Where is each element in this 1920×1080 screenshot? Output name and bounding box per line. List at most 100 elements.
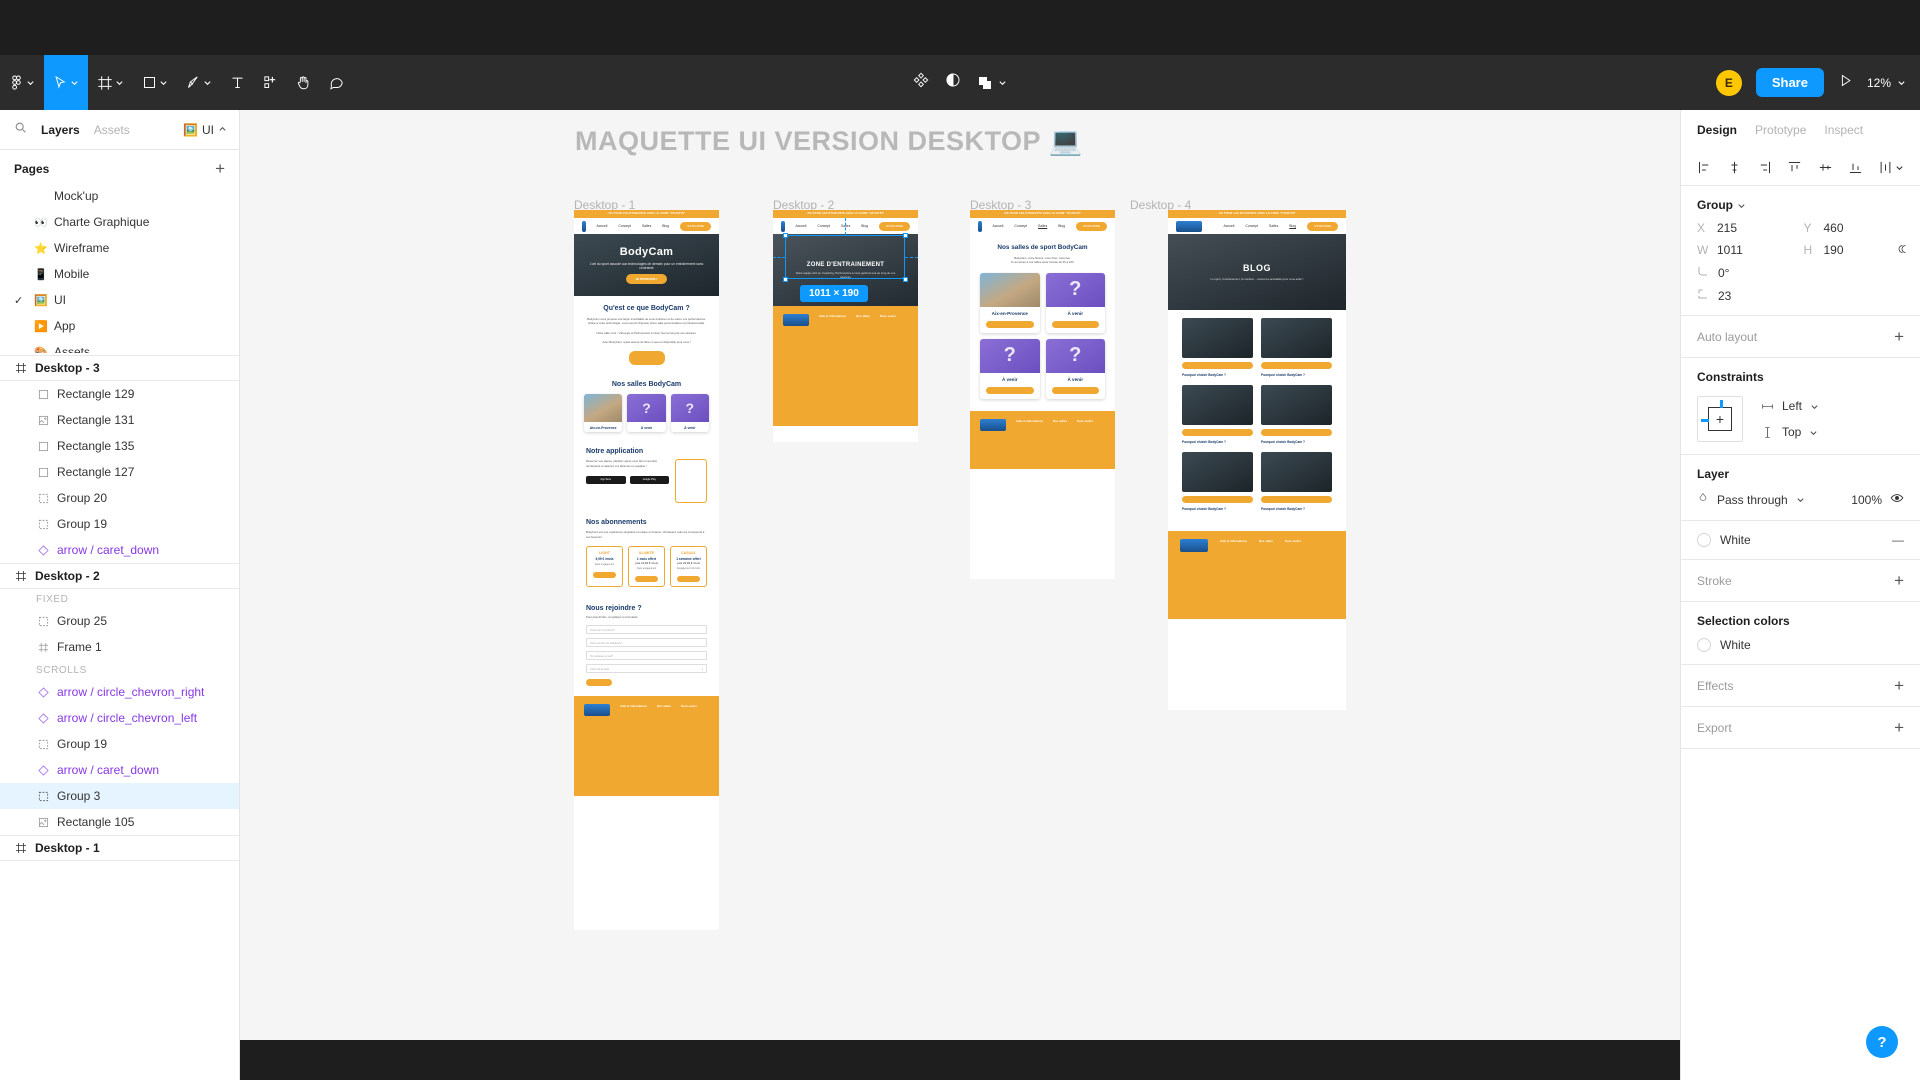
align-top-icon[interactable]	[1787, 160, 1802, 175]
page-item-current[interactable]: ✓ 🖼️ UI	[0, 287, 239, 313]
contact-name-input[interactable]: Votre nom et prénom*	[586, 625, 707, 635]
layer-item[interactable]: Rectangle 127	[0, 459, 239, 485]
layers-tree[interactable]: Desktop - 3 Rectangle 129 Rectangle 131 …	[0, 353, 239, 1080]
contact-email-input[interactable]: Ton adresse e-mail*	[586, 651, 707, 661]
constraint-vertical[interactable]: Top	[1761, 425, 1819, 439]
constraint-horizontal[interactable]: Left	[1761, 399, 1819, 413]
selection-color-swatch[interactable]	[1697, 638, 1711, 652]
plan-card[interactable]: CASUAL 1 semaine offert puis 29,99 € /mo…	[670, 545, 707, 587]
x-field[interactable]: X 215	[1697, 221, 1798, 235]
gym-card[interactable]: Aix-en-Provence	[980, 272, 1040, 333]
align-vertical-center-icon[interactable]	[1818, 160, 1833, 175]
layer-item[interactable]: Group 20	[0, 485, 239, 511]
layer-item[interactable]: Group 25	[0, 608, 239, 634]
hand-tool-icon[interactable]	[287, 55, 320, 110]
plan-card[interactable]: ILLIMITÉ 1 mois offert puis 24,99 € /moi…	[628, 545, 665, 587]
layer-item[interactable]: Group 19	[0, 731, 239, 757]
layer-item[interactable]: Rectangle 105	[0, 809, 239, 835]
constraints-widget[interactable]: +	[1697, 396, 1743, 442]
nav-link[interactable]: Accueil	[795, 224, 806, 228]
gym-card-cta[interactable]	[1051, 386, 1099, 394]
layer-opacity-value[interactable]: 100%	[1851, 493, 1882, 507]
logo[interactable]	[1176, 220, 1202, 232]
page-item[interactable]: 📱 Mobile	[0, 261, 239, 287]
nav-link[interactable]: Accueil	[992, 224, 1003, 228]
eye-icon[interactable]	[1890, 491, 1904, 508]
nav-link[interactable]: Salles	[642, 224, 651, 228]
add-stroke-button[interactable]: +	[1894, 572, 1904, 589]
logo[interactable]	[582, 220, 587, 232]
page-item[interactable]: Mock'up	[0, 183, 239, 209]
component-icon[interactable]	[913, 72, 929, 93]
tab-assets[interactable]: Assets	[94, 123, 130, 137]
pages-list[interactable]: Mock'up 👀 Charte Graphique ⭐ Wireframe 📱…	[0, 183, 239, 353]
mask-icon[interactable]	[945, 72, 961, 93]
contact-phone-input[interactable]: Votre numéro de téléphone*	[586, 638, 707, 648]
contact-submit-button[interactable]	[586, 679, 612, 687]
avatar[interactable]: E	[1715, 69, 1742, 96]
nav-cta-button[interactable]: S'INSCRIRE	[1076, 221, 1107, 231]
add-page-button[interactable]: +	[215, 160, 225, 177]
gym-card[interactable]: ? À venir	[1045, 338, 1105, 399]
lock-aspect-ratio-icon[interactable]	[1898, 243, 1910, 258]
design-canvas[interactable]: MAQUETTE UI VERSION DESKTOP 💻 Desktop - …	[240, 110, 1680, 1040]
tab-layers[interactable]: Layers	[41, 123, 80, 137]
page-item[interactable]: ▶️ App	[0, 313, 239, 339]
selection-handle-bl[interactable]	[782, 276, 788, 282]
nav-link[interactable]: Blog	[861, 224, 868, 228]
nav-link[interactable]: Concept	[1245, 224, 1258, 228]
figma-menu-icon[interactable]	[0, 55, 44, 110]
text-tool-icon[interactable]	[221, 55, 254, 110]
nav-link[interactable]: Concept	[618, 224, 631, 228]
y-field[interactable]: Y 460	[1804, 221, 1905, 235]
present-button[interactable]	[1838, 73, 1853, 93]
file-name-menu[interactable]: 🖼️ UI	[183, 123, 227, 137]
align-right-icon[interactable]	[1757, 160, 1772, 175]
tab-prototype[interactable]: Prototype	[1755, 123, 1806, 137]
distribute-icon[interactable]	[1878, 160, 1904, 175]
shape-tool-icon[interactable]	[133, 55, 177, 110]
about-cta-button[interactable]	[628, 351, 665, 366]
logo[interactable]	[781, 220, 786, 232]
nav-link[interactable]: Concept	[1014, 224, 1027, 228]
nav-link[interactable]: Accueil	[1223, 224, 1234, 228]
layer-item-component[interactable]: arrow / caret_down	[0, 757, 239, 783]
layer-item-component[interactable]: arrow / circle_chevron_right	[0, 679, 239, 705]
selection-type[interactable]: Group	[1697, 198, 1904, 212]
plan-cta-button[interactable]	[677, 575, 700, 582]
selection-bounds[interactable]	[785, 235, 905, 279]
plan-cta-button[interactable]	[593, 571, 616, 578]
rotation-field[interactable]: 0°	[1697, 265, 1904, 280]
align-left-icon[interactable]	[1697, 160, 1712, 175]
search-icon[interactable]	[14, 121, 27, 139]
gym-card[interactable]: ? À venir	[627, 394, 666, 433]
h-field[interactable]: H 190	[1804, 243, 1906, 257]
nav-link[interactable]: Salles	[1269, 224, 1278, 228]
layer-item[interactable]: Rectangle 131	[0, 407, 239, 433]
pen-tool-icon[interactable]	[177, 55, 221, 110]
add-effect-button[interactable]: +	[1894, 677, 1904, 694]
w-field[interactable]: W 1011	[1697, 243, 1798, 257]
nav-cta-button[interactable]: S'INSCRIRE	[680, 221, 711, 231]
nav-link[interactable]: Blog	[662, 224, 669, 228]
blog-card[interactable]: Pourquoi choisir BodyCam ?	[1182, 318, 1253, 377]
nav-link-active[interactable]: Blog	[1289, 224, 1296, 228]
blog-card[interactable]: Pourquoi choisir BodyCam ?	[1261, 318, 1332, 377]
remove-fill-button[interactable]: —	[1892, 533, 1904, 547]
layer-item-component[interactable]: arrow / caret_down	[0, 537, 239, 563]
corner-radius-field[interactable]: 23	[1697, 288, 1904, 303]
tab-inspect[interactable]: Inspect	[1824, 123, 1863, 137]
gym-card-cta[interactable]	[986, 386, 1034, 394]
plan-cta-button[interactable]	[635, 575, 658, 582]
page-item[interactable]: 🎨 Assets	[0, 339, 239, 353]
boolean-icon[interactable]	[977, 75, 1007, 91]
gym-card-cta[interactable]	[986, 320, 1034, 328]
blog-card[interactable]: Pourquoi choisir BodyCam ?	[1261, 452, 1332, 511]
gym-card[interactable]: ? À venir	[980, 338, 1040, 399]
share-button[interactable]: Share	[1755, 68, 1824, 97]
align-bottom-icon[interactable]	[1848, 160, 1863, 175]
nav-link[interactable]: Concept	[817, 224, 830, 228]
nav-link-active[interactable]: Salles	[1038, 224, 1047, 228]
layer-item[interactable]: Frame 1	[0, 634, 239, 660]
add-auto-layout-button[interactable]: +	[1894, 328, 1904, 345]
